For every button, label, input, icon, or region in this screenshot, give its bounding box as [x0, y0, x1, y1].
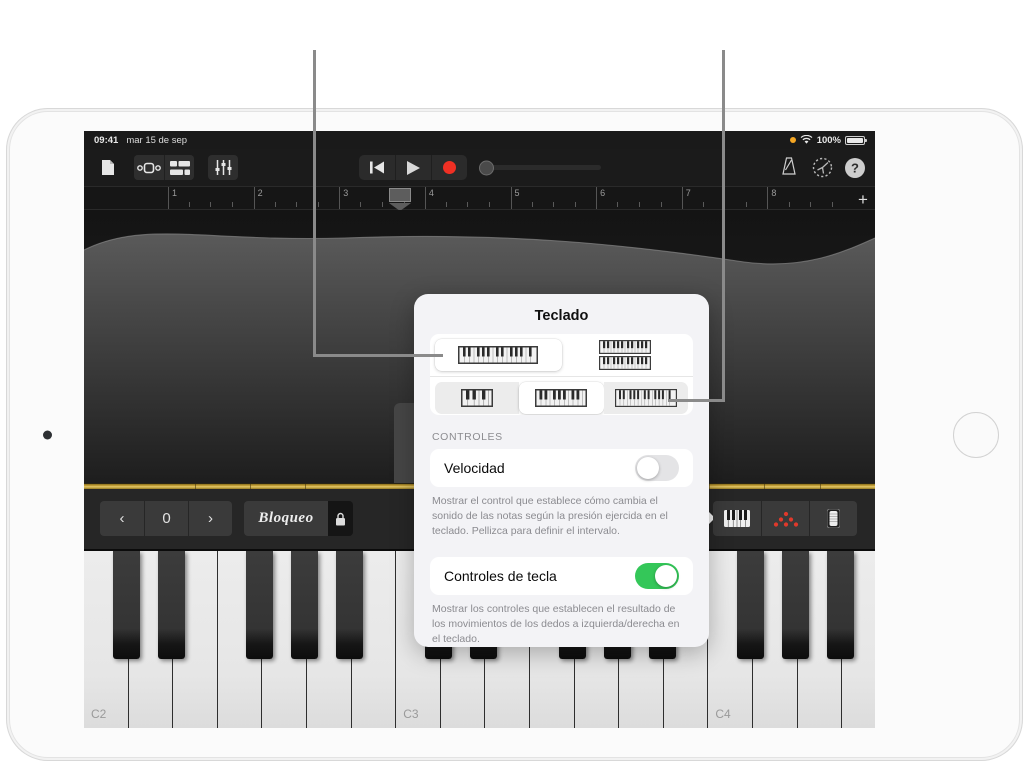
double-row-keyboard-option[interactable]: [562, 339, 689, 371]
keyboard-view-icon[interactable]: [713, 501, 761, 536]
key-controls-help-text: Mostrar los controles que establecen el …: [432, 603, 680, 646]
document-icon[interactable]: [93, 155, 123, 180]
octave-stepper: ‹ 0 ›: [100, 501, 232, 536]
octave-label: C2: [91, 707, 107, 721]
status-date: mar 15 de sep: [126, 134, 188, 146]
velocity-label: Velocidad: [444, 460, 505, 477]
help-icon[interactable]: ?: [844, 157, 866, 179]
double-row-keyboard-thumb: [598, 340, 651, 370]
ruler-bar: 3: [339, 187, 348, 209]
black-key[interactable]: [246, 551, 273, 659]
black-key[interactable]: [737, 551, 764, 659]
black-key[interactable]: [827, 551, 854, 659]
black-key[interactable]: [113, 551, 140, 659]
status-bar: 09:41 mar 15 de sep 100%: [84, 131, 875, 149]
octave-next-button[interactable]: ›: [188, 501, 232, 536]
lock-label: Bloqueo: [244, 501, 328, 536]
view-buttons-group: [134, 155, 194, 180]
app-toolbar: ?: [84, 149, 875, 186]
octave-label: C4: [715, 707, 731, 721]
black-key[interactable]: [336, 551, 363, 659]
ruler-bars: 1 2 3 4 5 6 7 8: [168, 187, 853, 211]
callout-line-left-horizontal: [313, 354, 443, 357]
chords-view-icon[interactable]: [761, 501, 809, 536]
battery-percent-label: 100%: [816, 134, 841, 146]
microphone-in-use-indicator-icon: [789, 137, 796, 143]
callout-line-right-horizontal: [668, 399, 725, 402]
svg-text:?: ?: [851, 160, 859, 175]
timeline-ruler[interactable]: 1 2 3 4 5 6 7 8 +: [84, 186, 875, 211]
master-volume-knob[interactable]: [478, 160, 494, 175]
medium-keys-option[interactable]: [519, 382, 604, 414]
single-row-keyboard-option[interactable]: [435, 339, 562, 371]
status-time: 09:41: [94, 134, 119, 146]
single-row-keyboard-thumb: [458, 346, 539, 364]
metronome-icon[interactable]: [780, 156, 802, 179]
large-keys-option[interactable]: [435, 382, 520, 414]
black-key[interactable]: [291, 551, 318, 659]
front-camera-icon: [43, 430, 52, 439]
rewind-button[interactable]: [359, 155, 395, 180]
ruler-bar: 8: [767, 187, 776, 209]
keyboard-size-selector: [430, 376, 693, 415]
home-button[interactable]: [953, 411, 999, 458]
lock-icon[interactable]: [328, 501, 353, 536]
black-key[interactable]: [782, 551, 809, 659]
key-controls-toggle[interactable]: [635, 563, 679, 590]
keyboard-layout-selectors: [430, 334, 693, 416]
callout-line-right-vertical: [722, 50, 725, 401]
battery-icon: [845, 135, 867, 145]
track-list-icon[interactable]: [164, 155, 194, 180]
small-keys-thumb: [614, 389, 677, 407]
medium-keys-thumb: [535, 389, 588, 407]
octave-label: C3: [403, 707, 419, 721]
mixer-icon[interactable]: [208, 155, 238, 180]
keyboard-lock-control[interactable]: Bloqueo: [244, 501, 353, 536]
settings-icon[interactable]: [812, 157, 834, 179]
octave-value: 0: [144, 501, 188, 536]
large-keys-thumb: [461, 389, 494, 407]
record-button[interactable]: [430, 155, 467, 180]
velocity-help-text: Mostrar el control que establece cómo ca…: [432, 495, 668, 538]
key-controls-label: Controles de tecla: [444, 568, 557, 585]
ruler-bar: 2: [253, 187, 263, 209]
view-toggle-icon[interactable]: [134, 155, 164, 180]
popover-title: Teclado: [534, 308, 589, 324]
callout-line-left-vertical: [313, 50, 316, 356]
octave-prev-button[interactable]: ‹: [100, 501, 144, 536]
view-mode-buttons: [713, 501, 857, 536]
wifi-icon: [800, 135, 813, 144]
add-section-button[interactable]: +: [854, 190, 872, 208]
controls-section-label: CONTROLES: [432, 431, 503, 444]
ruler-bar: 4: [424, 187, 434, 209]
wheel-view-icon[interactable]: [809, 501, 857, 536]
small-keys-option[interactable]: [603, 382, 688, 414]
velocity-setting-row[interactable]: Velocidad: [430, 449, 693, 488]
ruler-bar: 5: [510, 187, 520, 209]
transport-controls: [358, 155, 601, 180]
ruler-bar: 7: [681, 187, 691, 209]
black-key[interactable]: [158, 551, 185, 659]
key-controls-setting-row[interactable]: Controles de tecla: [430, 557, 693, 596]
velocity-toggle[interactable]: [635, 455, 679, 482]
ruler-bar: 6: [596, 187, 605, 209]
keyboard-settings-popover: Teclado CONTROLES Velocidad Mostrar el c…: [414, 294, 709, 647]
keyboard-rows-selector: [430, 334, 693, 376]
ruler-bar: 1: [168, 187, 177, 209]
play-button[interactable]: [394, 155, 431, 180]
master-volume-slider[interactable]: [478, 160, 601, 175]
